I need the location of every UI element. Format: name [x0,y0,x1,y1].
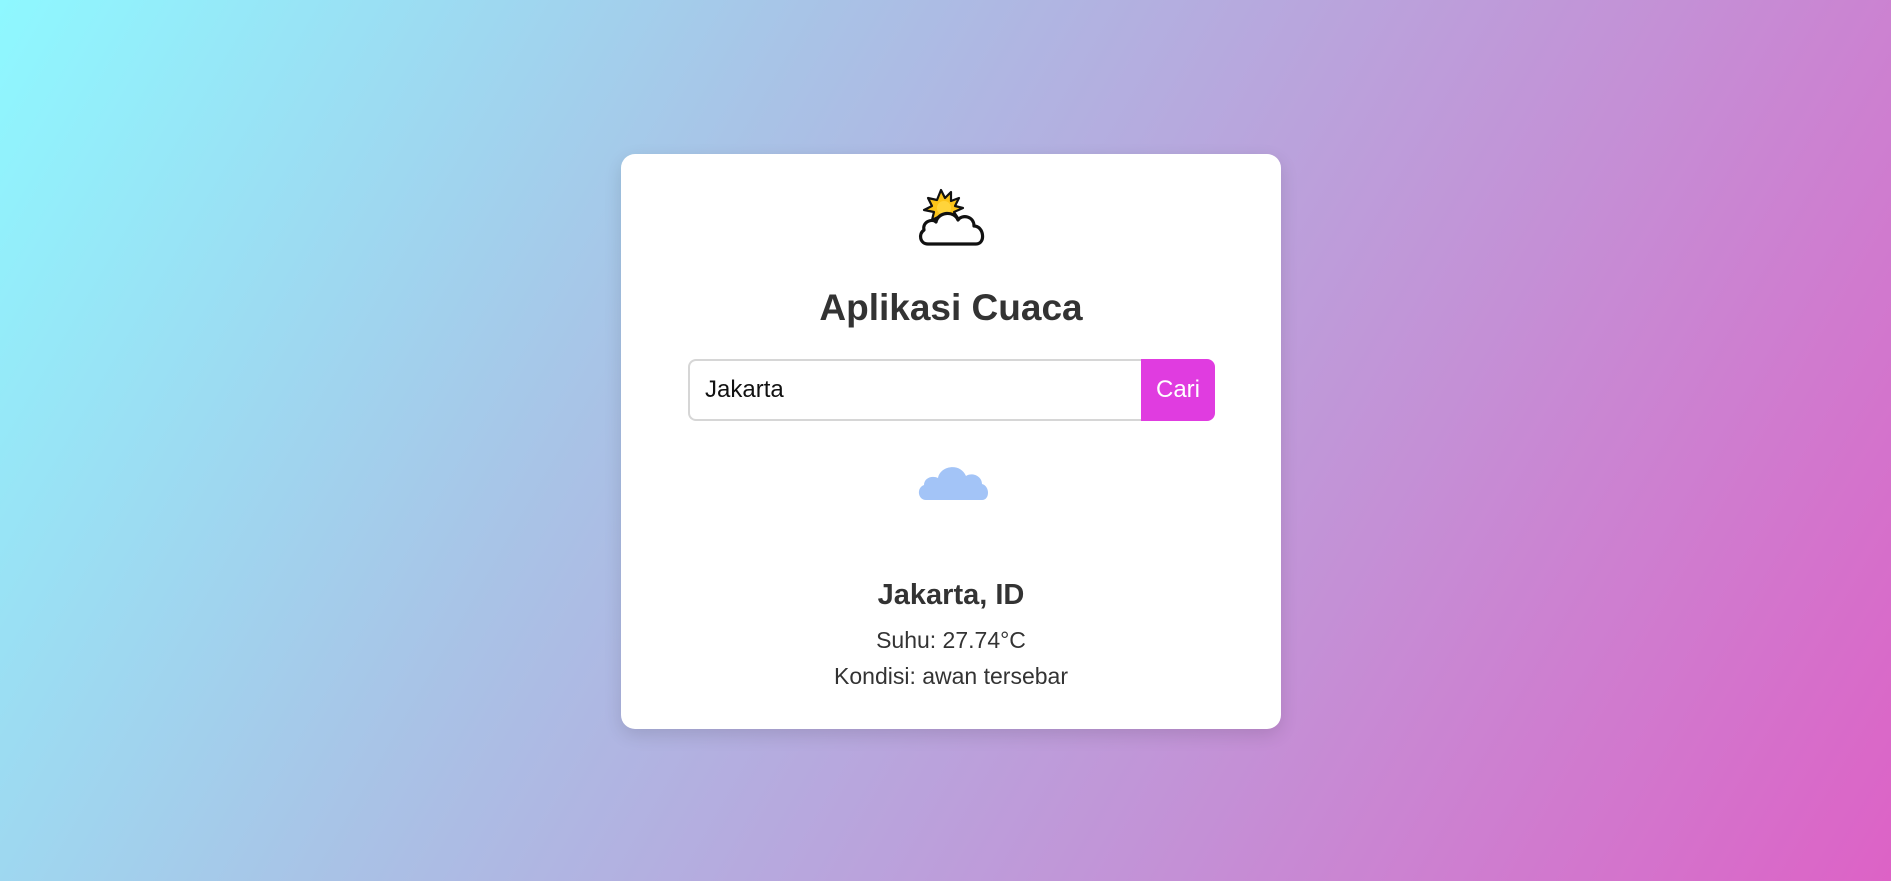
temperature-text: Suhu: 27.74°C [876,627,1026,653]
weather-card: Aplikasi Cuaca Cari Jakarta, ID Suhu: 27… [621,154,1281,729]
cloud-icon [916,460,990,504]
page-title: Aplikasi Cuaca [819,287,1083,328]
location-name: Jakarta, ID [877,579,1025,611]
search-bar: Cari [688,359,1215,421]
sun-behind-cloud-icon [914,188,990,248]
condition-text: Kondisi: awan tersebar [834,663,1068,689]
search-button[interactable]: Cari [1141,359,1215,421]
city-search-input[interactable] [688,359,1141,421]
